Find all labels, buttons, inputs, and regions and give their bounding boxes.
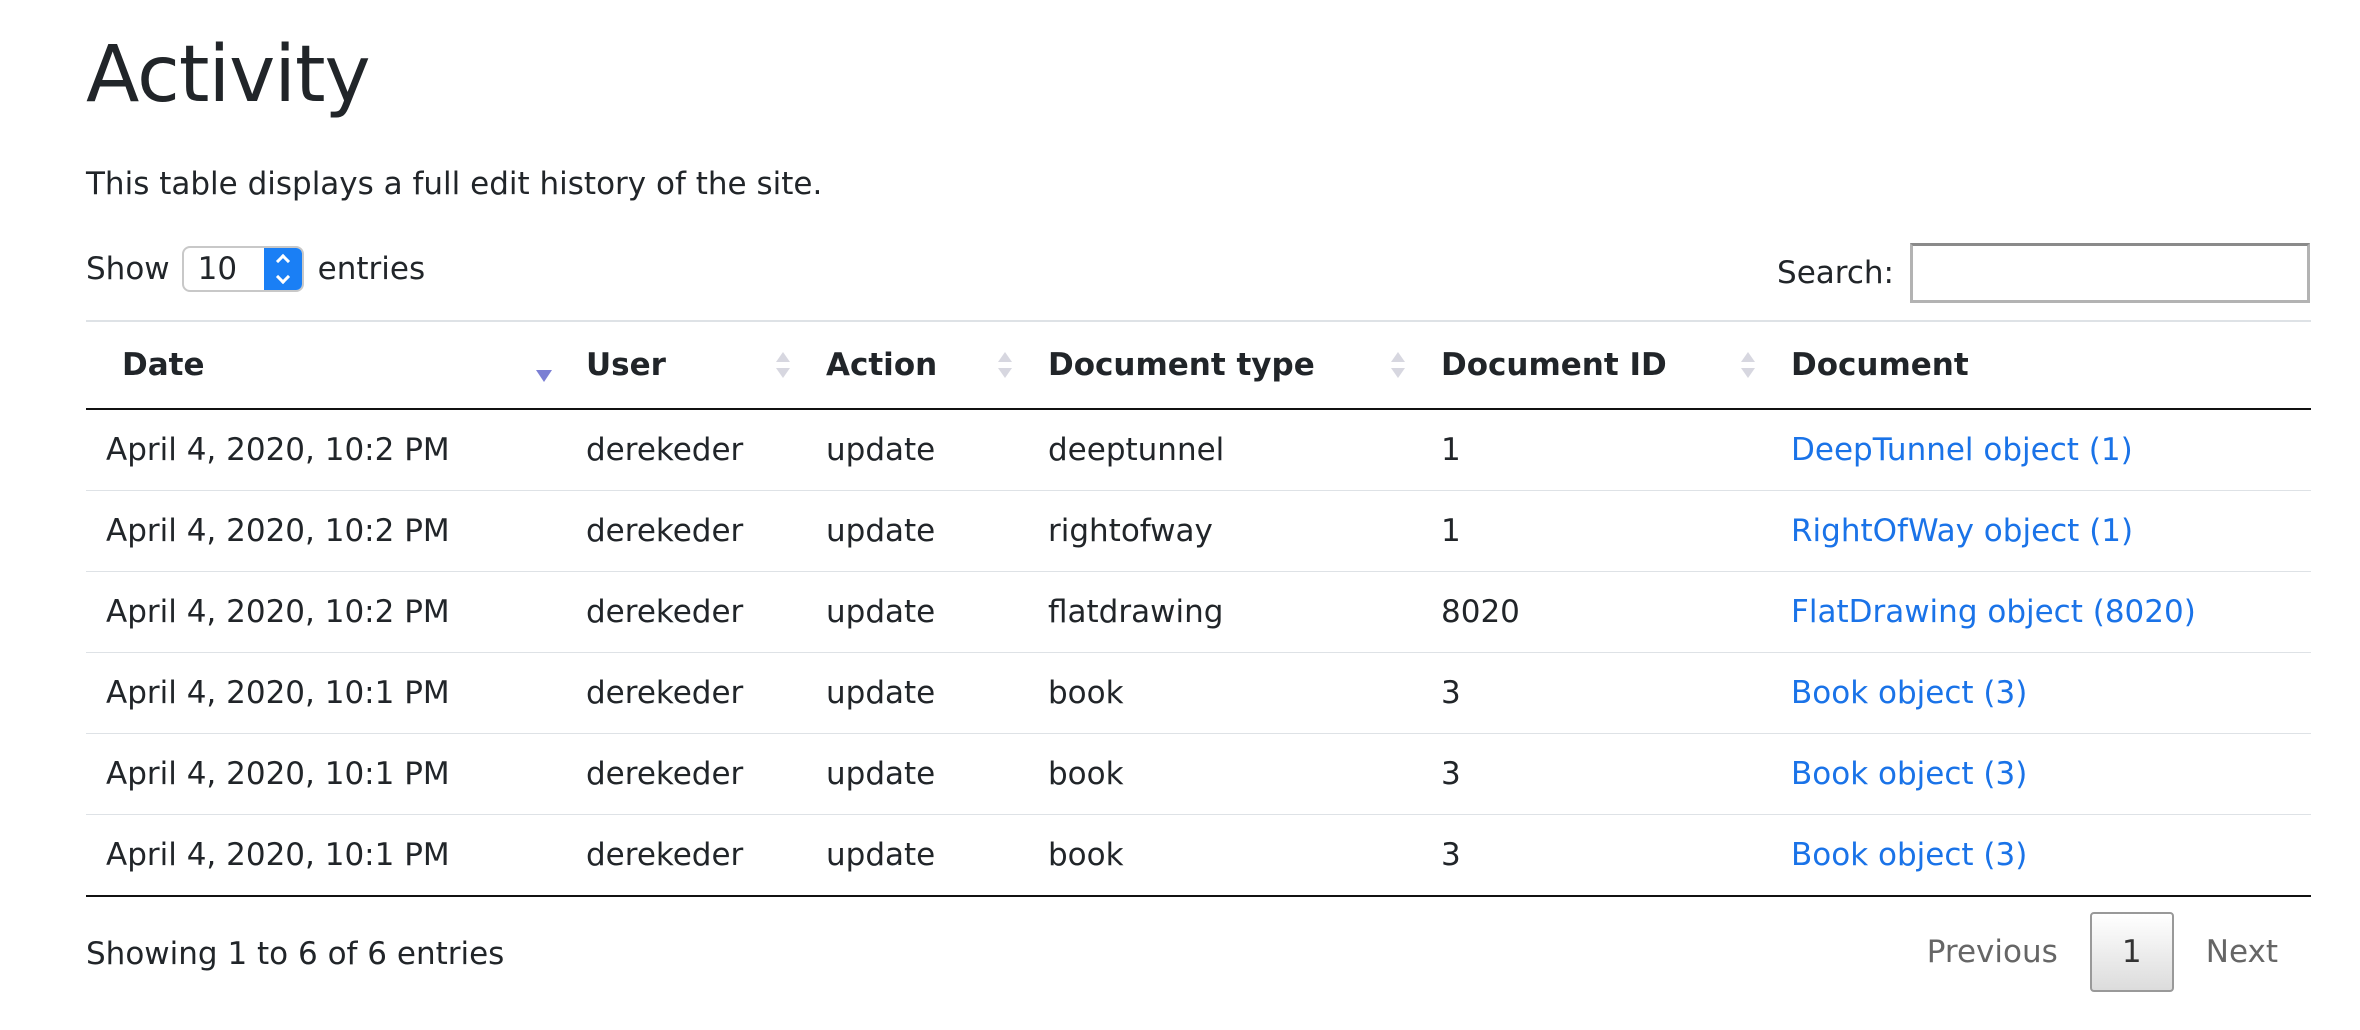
- previous-page-button[interactable]: Previous: [1895, 912, 2090, 992]
- search-label: Search:: [1777, 255, 1894, 291]
- length-suffix-label: entries: [317, 251, 426, 287]
- document-link[interactable]: RightOfWay object (1): [1791, 513, 2133, 549]
- cell-action: update: [806, 571, 1028, 653]
- cell-document: FlatDrawing object (8020): [1771, 571, 2311, 653]
- entries-length-control: Show 10 entries: [86, 244, 425, 294]
- table-row: April 4, 2020, 10:2 PM derekeder update …: [86, 571, 2311, 653]
- cell-action: update: [806, 652, 1028, 734]
- cell-date: April 4, 2020, 10:1 PM: [86, 652, 566, 734]
- column-header-date[interactable]: Date: [86, 321, 566, 410]
- pagination: Previous 1 Next: [1895, 912, 2310, 992]
- sort-icon: [998, 350, 1012, 380]
- table-row: April 4, 2020, 10:1 PM derekeder update …: [86, 814, 2311, 897]
- select-chevrons-icon: [263, 248, 302, 290]
- column-header-user[interactable]: User: [566, 321, 806, 410]
- cell-document-id: 3: [1421, 814, 1771, 897]
- cell-date: April 4, 2020, 10:1 PM: [86, 733, 566, 815]
- cell-document-id: 1: [1421, 409, 1771, 491]
- activity-table: Date User Action Document type Document …: [86, 320, 2311, 897]
- column-header-label: Document: [1791, 347, 1969, 383]
- next-page-button[interactable]: Next: [2174, 912, 2310, 992]
- cell-document-id: 8020: [1421, 571, 1771, 653]
- cell-date: April 4, 2020, 10:1 PM: [86, 814, 566, 897]
- cell-document: DeepTunnel object (1): [1771, 409, 2311, 491]
- cell-document-type: book: [1028, 652, 1421, 734]
- column-header-label: Document ID: [1441, 347, 1667, 383]
- document-link[interactable]: Book object (3): [1791, 675, 2027, 711]
- document-link[interactable]: DeepTunnel object (1): [1791, 432, 2133, 468]
- cell-document-type: book: [1028, 814, 1421, 897]
- column-header-label: Action: [826, 347, 938, 383]
- page-title: Activity: [86, 30, 371, 120]
- column-header-label: Date: [122, 347, 205, 383]
- cell-action: update: [806, 814, 1028, 897]
- search-control: Search:: [1777, 242, 2310, 304]
- sort-icon: [1741, 350, 1755, 380]
- search-input[interactable]: [1910, 243, 2310, 303]
- sort-icon: [1391, 350, 1405, 380]
- activity-page: Activity This table displays a full edit…: [0, 0, 2360, 1030]
- column-header-label: User: [586, 347, 666, 383]
- chevron-up-icon: [275, 253, 290, 269]
- cell-date: April 4, 2020, 10:2 PM: [86, 490, 566, 572]
- cell-date: April 4, 2020, 10:2 PM: [86, 571, 566, 653]
- cell-document-id: 1: [1421, 490, 1771, 572]
- cell-user: derekeder: [566, 409, 806, 491]
- cell-user: derekeder: [566, 571, 806, 653]
- table-row: April 4, 2020, 10:1 PM derekeder update …: [86, 652, 2311, 734]
- page-1-button[interactable]: 1: [2089, 912, 2174, 992]
- cell-action: update: [806, 409, 1028, 491]
- table-row: April 4, 2020, 10:2 PM derekeder update …: [86, 409, 2311, 491]
- entries-per-page-value: 10: [197, 251, 238, 287]
- column-header-label: Document type: [1048, 347, 1315, 383]
- table-row: April 4, 2020, 10:1 PM derekeder update …: [86, 733, 2311, 815]
- cell-user: derekeder: [566, 733, 806, 815]
- table-header-row: Date User Action Document type Document …: [86, 321, 2311, 410]
- cell-document: Book object (3): [1771, 733, 2311, 815]
- cell-document-type: book: [1028, 733, 1421, 815]
- document-link[interactable]: Book object (3): [1791, 837, 2027, 873]
- cell-document: Book object (3): [1771, 814, 2311, 897]
- column-header-action[interactable]: Action: [806, 321, 1028, 410]
- page-description: This table displays a full edit history …: [86, 166, 823, 202]
- sort-icon: [776, 350, 790, 380]
- cell-action: update: [806, 490, 1028, 572]
- cell-document-id: 3: [1421, 733, 1771, 815]
- cell-document: Book object (3): [1771, 652, 2311, 734]
- cell-user: derekeder: [566, 652, 806, 734]
- cell-document-type: deeptunnel: [1028, 409, 1421, 491]
- column-header-document-type[interactable]: Document type: [1028, 321, 1421, 410]
- document-link[interactable]: Book object (3): [1791, 756, 2027, 792]
- column-header-document: Document: [1771, 321, 2311, 410]
- cell-user: derekeder: [566, 814, 806, 897]
- cell-action: update: [806, 733, 1028, 815]
- cell-document-type: flatdrawing: [1028, 571, 1421, 653]
- cell-document-type: rightofway: [1028, 490, 1421, 572]
- sort-descending-icon: [536, 350, 552, 382]
- document-link[interactable]: FlatDrawing object (8020): [1791, 594, 2196, 630]
- table-row: April 4, 2020, 10:2 PM derekeder update …: [86, 490, 2311, 572]
- cell-document-id: 3: [1421, 652, 1771, 734]
- cell-user: derekeder: [566, 490, 806, 572]
- length-prefix-label: Show: [86, 251, 170, 287]
- chevron-down-icon: [275, 269, 290, 285]
- cell-document: RightOfWay object (1): [1771, 490, 2311, 572]
- column-header-document-id[interactable]: Document ID: [1421, 321, 1771, 410]
- entries-per-page-select[interactable]: 10: [181, 246, 304, 292]
- cell-date: April 4, 2020, 10:2 PM: [86, 409, 566, 491]
- table-info-text: Showing 1 to 6 of 6 entries: [86, 936, 505, 972]
